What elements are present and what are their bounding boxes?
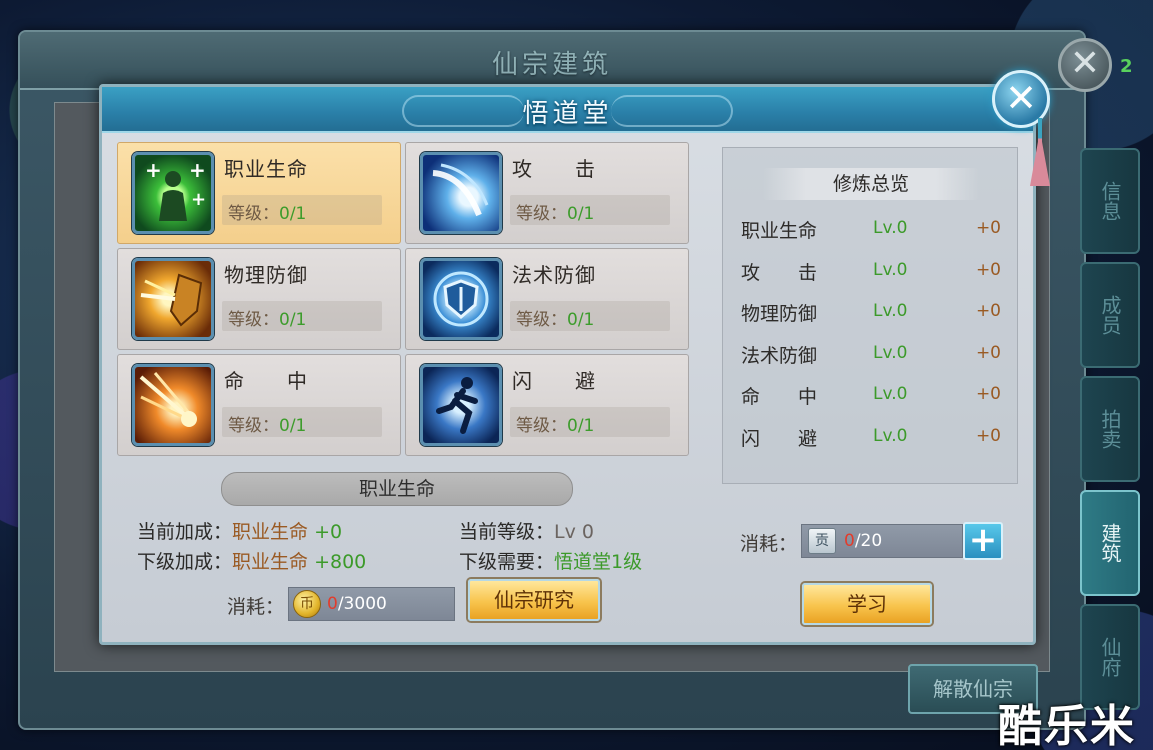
skill-level: 等级：0/1 xyxy=(228,310,307,330)
tab-members[interactable]: 成员 xyxy=(1080,262,1140,368)
tab-building[interactable]: 建筑 xyxy=(1080,490,1140,596)
dialog-header: 悟道堂 xyxy=(102,87,1033,133)
overview-title: 修炼总览 xyxy=(763,168,979,200)
side-counter: 2 xyxy=(1120,56,1133,77)
skill-card-hit[interactable]: 命 中 等级：0/1 xyxy=(117,354,401,456)
cultivation-overview-panel: 修炼总览 职业生命 Lv.0 +0 攻 击 Lv.0 +0 物理防御 Lv.0 +0 法术防… xyxy=(722,147,1018,484)
tab-building-label: 建筑 xyxy=(1098,523,1122,563)
outer-window-title: 仙宗建筑 xyxy=(491,50,612,80)
outer-title-bar: 仙宗建筑 xyxy=(20,32,1084,90)
skill-name: 命 中 xyxy=(224,369,308,393)
dialog-title: 悟道堂 xyxy=(522,99,613,129)
sword-slash-icon xyxy=(420,152,502,234)
running-figure-icon xyxy=(420,364,502,446)
next-requirement: 下级需要：悟道堂1级 xyxy=(459,551,643,573)
next-bonus: 下级加成：职业生命 +800 xyxy=(137,551,367,573)
research-cost-value: 0/3000 xyxy=(327,594,387,614)
overview-row: 职业生命 Lv.0 +0 xyxy=(741,218,1001,242)
skill-level-box: 等级：0/1 xyxy=(510,301,670,331)
tab-info-label: 信息 xyxy=(1098,181,1122,221)
learn-cost-box: 贡 0/20 xyxy=(801,524,963,558)
learn-cost-label: 消耗： xyxy=(740,533,798,555)
skill-level: 等级：0/1 xyxy=(228,204,307,224)
coin-icon: 币 xyxy=(293,590,321,618)
skill-level: 等级：0/1 xyxy=(516,204,595,224)
overview-row: 命 中 Lv.0 +0 xyxy=(741,384,1001,408)
skill-level-box: 等级：0/1 xyxy=(222,407,382,437)
skill-grid: + + + 职业生命 等级：0/1 攻 击 等级：0/1 物理防御 等级：0/1… xyxy=(117,142,691,462)
skill-level: 等级：0/1 xyxy=(516,310,595,330)
current-bonus: 当前加成：职业生命 +0 xyxy=(137,521,343,543)
learn-cost-value: 0/20 xyxy=(844,531,883,551)
current-level: 当前等级：Lv 0 xyxy=(459,521,594,543)
svg-text:+: + xyxy=(189,158,206,182)
svg-text:+: + xyxy=(145,158,162,182)
learn-button[interactable]: 学习 xyxy=(802,583,932,625)
overview-row: 闪 避 Lv.0 +0 xyxy=(741,426,1001,450)
skill-level-box: 等级：0/1 xyxy=(510,195,670,225)
skill-card-dodge[interactable]: 闪 避 等级：0/1 xyxy=(405,354,689,456)
research-cost-label: 消耗： xyxy=(227,596,285,618)
skill-name: 闪 避 xyxy=(512,369,596,393)
selected-skill-title: 职业生命 xyxy=(221,472,573,506)
tab-auction-label: 拍卖 xyxy=(1098,409,1122,449)
overview-row: 法术防御 Lv.0 +0 xyxy=(741,343,1001,367)
skill-level-box: 等级：0/1 xyxy=(510,407,670,437)
watermark: 酷乐米 xyxy=(998,701,1136,750)
research-cost-box: 币 0/3000 xyxy=(288,587,455,621)
shield-strike-icon xyxy=(132,258,214,340)
heal-figure-icon: + + + xyxy=(132,152,214,234)
tab-sect-house-label: 仙府 xyxy=(1098,637,1122,677)
tab-auction[interactable]: 拍卖 xyxy=(1080,376,1140,482)
sect-research-button[interactable]: 仙宗研究 xyxy=(468,579,600,621)
skill-level-box: 等级：0/1 xyxy=(222,195,382,225)
add-contribution-button[interactable]: + xyxy=(963,522,1003,560)
overview-row: 物理防御 Lv.0 +0 xyxy=(741,301,1001,325)
enlightenment-hall-dialog: 悟道堂 + + + 职业生命 等级：0/1 攻 击 等级：0/1 物理防御 等级… xyxy=(99,84,1036,645)
magic-shield-icon xyxy=(420,258,502,340)
skill-name: 攻 击 xyxy=(512,157,596,181)
svg-text:+: + xyxy=(191,189,206,210)
arrow-burst-icon xyxy=(132,364,214,446)
skill-card-career-life[interactable]: + + + 职业生命 等级：0/1 xyxy=(117,142,401,244)
skill-card-attack[interactable]: 攻 击 等级：0/1 xyxy=(405,142,689,244)
skill-level: 等级：0/1 xyxy=(516,416,595,436)
overview-row: 攻 击 Lv.0 +0 xyxy=(741,260,1001,284)
tab-info[interactable]: 信息 xyxy=(1080,148,1140,254)
skill-level: 等级：0/1 xyxy=(228,416,307,436)
contribution-icon: 贡 xyxy=(808,528,836,554)
skill-card-magic-defense[interactable]: 法术防御 等级：0/1 xyxy=(405,248,689,350)
skill-level-box: 等级：0/1 xyxy=(222,301,382,331)
tab-members-label: 成员 xyxy=(1098,295,1122,335)
skill-name: 法术防御 xyxy=(512,263,596,287)
outer-close-button[interactable]: ✕ xyxy=(1058,38,1112,92)
skill-card-physical-defense[interactable]: 物理防御 等级：0/1 xyxy=(117,248,401,350)
skill-name: 职业生命 xyxy=(224,157,308,181)
skill-name: 物理防御 xyxy=(224,263,308,287)
